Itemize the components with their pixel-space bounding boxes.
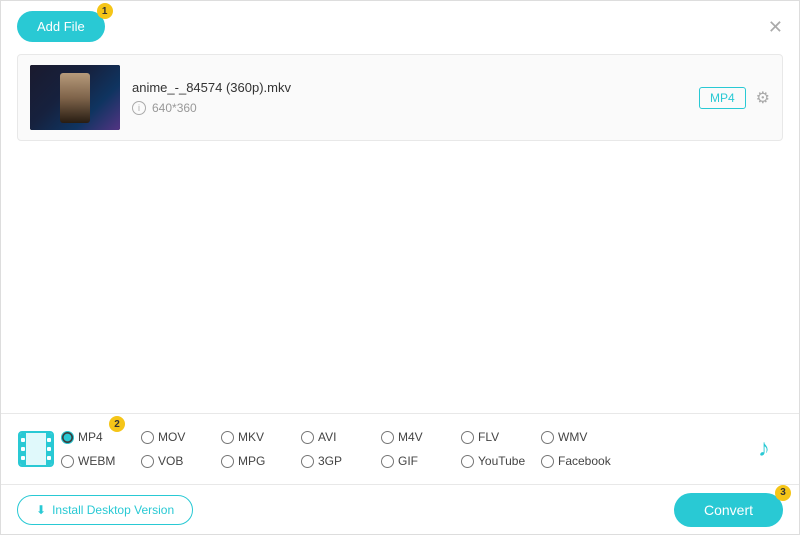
add-file-label: Add File [37,19,85,34]
install-button[interactable]: ⬇ Install Desktop Version [17,495,193,525]
radio-mkv[interactable] [221,431,234,444]
file-list: anime_-_84574 (360p).mkv i 640*360 MP4 ⚙ [17,54,783,141]
radio-flv[interactable] [461,431,474,444]
format-label-flv: FLV [478,430,499,444]
radio-wmv[interactable] [541,431,554,444]
content-area [1,147,799,342]
format-label-mkv: MKV [238,430,264,444]
radio-option-mpg[interactable]: MPG [221,454,301,468]
thumbnail [30,65,120,130]
film-icon [18,431,54,467]
radio-m4v[interactable] [381,431,394,444]
format-label-m4v: M4V [398,430,423,444]
radio-facebook[interactable] [541,455,554,468]
file-item: anime_-_84574 (360p).mkv i 640*360 MP4 ⚙ [18,55,782,140]
radio-option-mkv[interactable]: MKV [221,430,301,444]
convert-button[interactable]: Convert 3 [674,493,783,527]
radio-vob[interactable] [141,455,154,468]
badge-3: 3 [775,485,791,501]
sprocket-hole [21,447,25,451]
header: Add File 1 ✕ [1,1,799,48]
file-name: anime_-_84574 (360p).mkv [132,80,687,95]
format-label-mpg: MPG [238,454,265,468]
format-label-mp4: MP4 [78,430,103,444]
format-bar: 2 MP4 MOV MKV AVI M4V FLV WMV WEBM VOB [1,413,799,484]
file-resolution: 640*360 [152,101,197,115]
format-label-vob: VOB [158,454,183,468]
format-label-youtube: YouTube [478,454,525,468]
convert-label: Convert [704,502,753,518]
radio-option-vob[interactable]: VOB [141,454,221,468]
format-row-1: MP4 MOV MKV AVI M4V FLV WMV [61,425,739,449]
format-label-mov: MOV [158,430,185,444]
radio-webm[interactable] [61,455,74,468]
format-label-facebook: Facebook [558,454,611,468]
radio-avi[interactable] [301,431,314,444]
file-actions: MP4 ⚙ [699,87,770,109]
radio-gif[interactable] [381,455,394,468]
sprocket-hole [47,456,51,460]
format-label-gif: GIF [398,454,418,468]
format-badge[interactable]: MP4 [699,87,746,109]
radio-mov[interactable] [141,431,154,444]
film-middle [26,433,46,465]
film-icon-wrap [11,414,61,484]
sprocket-hole [21,438,25,442]
radio-option-m4v[interactable]: M4V [381,430,461,444]
format-label-wmv: WMV [558,430,587,444]
radio-mp4[interactable] [61,431,74,444]
radio-option-facebook[interactable]: Facebook [541,454,621,468]
footer: ⬇ Install Desktop Version Convert 3 [1,484,799,534]
download-icon: ⬇ [36,503,46,517]
music-icon: ♪ [758,435,770,463]
thumbnail-inner [30,65,120,130]
format-row-2: WEBM VOB MPG 3GP GIF YouTube Facebook [61,449,739,473]
file-meta: i 640*360 [132,101,687,115]
radio-option-youtube[interactable]: YouTube [461,454,541,468]
close-button[interactable]: ✕ [768,18,783,36]
badge-1: 1 [97,3,113,19]
badge-2: 2 [109,416,125,432]
radio-3gp[interactable] [301,455,314,468]
format-label-avi: AVI [318,430,336,444]
radio-option-webm[interactable]: WEBM [61,454,141,468]
radio-youtube[interactable] [461,455,474,468]
info-icon: i [132,101,146,115]
radio-option-mov[interactable]: MOV [141,430,221,444]
file-info: anime_-_84574 (360p).mkv i 640*360 [132,80,687,115]
install-label: Install Desktop Version [52,503,174,517]
music-icon-wrap: ♪ [739,414,789,484]
format-label-3gp: 3GP [318,454,342,468]
radio-option-mp4[interactable]: MP4 [61,430,141,444]
radio-mpg[interactable] [221,455,234,468]
radio-option-flv[interactable]: FLV [461,430,541,444]
sprocket-hole [21,456,25,460]
add-file-button[interactable]: Add File 1 [17,11,105,42]
radio-option-3gp[interactable]: 3GP [301,454,381,468]
sprocket-hole [47,438,51,442]
thumbnail-figure [60,73,90,123]
format-label-webm: WEBM [78,454,115,468]
sprocket-hole [47,447,51,451]
film-sprocket-right [46,433,52,465]
radio-option-avi[interactable]: AVI [301,430,381,444]
radio-option-gif[interactable]: GIF [381,454,461,468]
settings-button[interactable]: ⚙ [756,88,770,108]
format-options: MP4 MOV MKV AVI M4V FLV WMV WEBM VOB MPG 3GP GIF Yo… [61,419,739,479]
radio-option-wmv[interactable]: WMV [541,430,621,444]
